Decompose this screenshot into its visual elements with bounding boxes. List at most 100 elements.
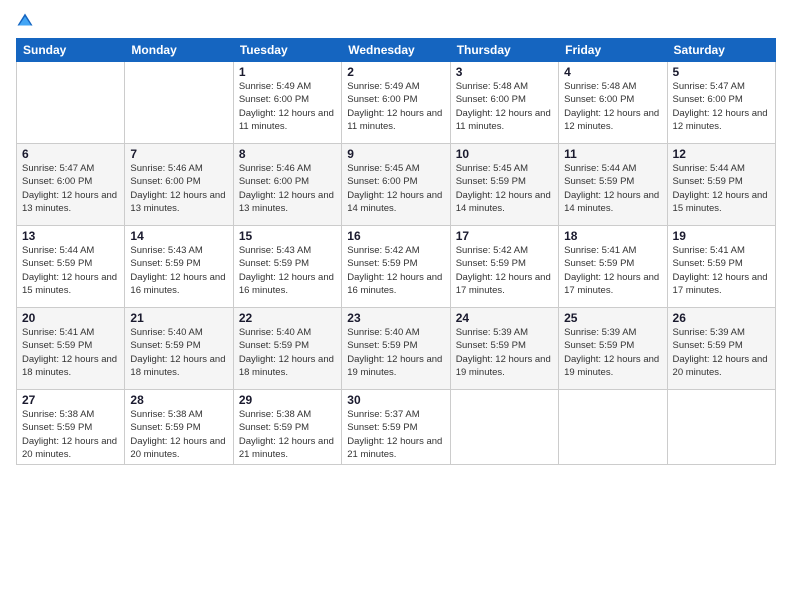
day-number: 3	[456, 65, 553, 79]
calendar-cell: 29Sunrise: 5:38 AM Sunset: 5:59 PM Dayli…	[233, 390, 341, 465]
day-number: 5	[673, 65, 770, 79]
calendar-cell	[450, 390, 558, 465]
calendar-cell: 20Sunrise: 5:41 AM Sunset: 5:59 PM Dayli…	[17, 308, 125, 390]
day-info: Sunrise: 5:41 AM Sunset: 5:59 PM Dayligh…	[564, 244, 661, 297]
day-info: Sunrise: 5:40 AM Sunset: 5:59 PM Dayligh…	[347, 326, 444, 379]
day-number: 9	[347, 147, 444, 161]
calendar-cell: 3Sunrise: 5:48 AM Sunset: 6:00 PM Daylig…	[450, 62, 558, 144]
calendar-table: Sunday Monday Tuesday Wednesday Thursday…	[16, 38, 776, 465]
calendar-cell: 14Sunrise: 5:43 AM Sunset: 5:59 PM Dayli…	[125, 226, 233, 308]
day-info: Sunrise: 5:45 AM Sunset: 5:59 PM Dayligh…	[456, 162, 553, 215]
calendar-cell: 9Sunrise: 5:45 AM Sunset: 6:00 PM Daylig…	[342, 144, 450, 226]
calendar-cell	[125, 62, 233, 144]
day-number: 27	[22, 393, 119, 407]
day-info: Sunrise: 5:40 AM Sunset: 5:59 PM Dayligh…	[130, 326, 227, 379]
day-number: 24	[456, 311, 553, 325]
header	[16, 12, 776, 30]
day-number: 1	[239, 65, 336, 79]
day-info: Sunrise: 5:38 AM Sunset: 5:59 PM Dayligh…	[130, 408, 227, 461]
day-info: Sunrise: 5:37 AM Sunset: 5:59 PM Dayligh…	[347, 408, 444, 461]
day-info: Sunrise: 5:46 AM Sunset: 6:00 PM Dayligh…	[239, 162, 336, 215]
day-info: Sunrise: 5:39 AM Sunset: 5:59 PM Dayligh…	[564, 326, 661, 379]
day-number: 14	[130, 229, 227, 243]
calendar-cell	[667, 390, 775, 465]
day-number: 25	[564, 311, 661, 325]
calendar-cell: 19Sunrise: 5:41 AM Sunset: 5:59 PM Dayli…	[667, 226, 775, 308]
calendar-cell: 5Sunrise: 5:47 AM Sunset: 6:00 PM Daylig…	[667, 62, 775, 144]
day-number: 7	[130, 147, 227, 161]
day-info: Sunrise: 5:47 AM Sunset: 6:00 PM Dayligh…	[673, 80, 770, 133]
day-number: 18	[564, 229, 661, 243]
day-number: 16	[347, 229, 444, 243]
day-number: 10	[456, 147, 553, 161]
calendar-cell	[559, 390, 667, 465]
day-number: 17	[456, 229, 553, 243]
day-number: 4	[564, 65, 661, 79]
day-info: Sunrise: 5:45 AM Sunset: 6:00 PM Dayligh…	[347, 162, 444, 215]
day-number: 20	[22, 311, 119, 325]
day-number: 13	[22, 229, 119, 243]
day-number: 11	[564, 147, 661, 161]
calendar-cell: 8Sunrise: 5:46 AM Sunset: 6:00 PM Daylig…	[233, 144, 341, 226]
day-info: Sunrise: 5:46 AM Sunset: 6:00 PM Dayligh…	[130, 162, 227, 215]
col-wednesday: Wednesday	[342, 39, 450, 62]
day-number: 23	[347, 311, 444, 325]
calendar-cell: 27Sunrise: 5:38 AM Sunset: 5:59 PM Dayli…	[17, 390, 125, 465]
day-info: Sunrise: 5:42 AM Sunset: 5:59 PM Dayligh…	[347, 244, 444, 297]
day-info: Sunrise: 5:49 AM Sunset: 6:00 PM Dayligh…	[347, 80, 444, 133]
calendar-cell: 26Sunrise: 5:39 AM Sunset: 5:59 PM Dayli…	[667, 308, 775, 390]
day-number: 29	[239, 393, 336, 407]
calendar-cell: 23Sunrise: 5:40 AM Sunset: 5:59 PM Dayli…	[342, 308, 450, 390]
day-number: 15	[239, 229, 336, 243]
day-info: Sunrise: 5:48 AM Sunset: 6:00 PM Dayligh…	[564, 80, 661, 133]
calendar-cell: 10Sunrise: 5:45 AM Sunset: 5:59 PM Dayli…	[450, 144, 558, 226]
calendar-cell: 7Sunrise: 5:46 AM Sunset: 6:00 PM Daylig…	[125, 144, 233, 226]
calendar-cell: 13Sunrise: 5:44 AM Sunset: 5:59 PM Dayli…	[17, 226, 125, 308]
day-number: 2	[347, 65, 444, 79]
day-info: Sunrise: 5:48 AM Sunset: 6:00 PM Dayligh…	[456, 80, 553, 133]
day-number: 8	[239, 147, 336, 161]
calendar-cell: 28Sunrise: 5:38 AM Sunset: 5:59 PM Dayli…	[125, 390, 233, 465]
day-info: Sunrise: 5:41 AM Sunset: 5:59 PM Dayligh…	[673, 244, 770, 297]
calendar-cell: 1Sunrise: 5:49 AM Sunset: 6:00 PM Daylig…	[233, 62, 341, 144]
day-info: Sunrise: 5:44 AM Sunset: 5:59 PM Dayligh…	[22, 244, 119, 297]
day-info: Sunrise: 5:44 AM Sunset: 5:59 PM Dayligh…	[673, 162, 770, 215]
calendar-cell: 17Sunrise: 5:42 AM Sunset: 5:59 PM Dayli…	[450, 226, 558, 308]
header-row: Sunday Monday Tuesday Wednesday Thursday…	[17, 39, 776, 62]
day-number: 12	[673, 147, 770, 161]
day-info: Sunrise: 5:38 AM Sunset: 5:59 PM Dayligh…	[22, 408, 119, 461]
calendar-cell: 15Sunrise: 5:43 AM Sunset: 5:59 PM Dayli…	[233, 226, 341, 308]
col-sunday: Sunday	[17, 39, 125, 62]
col-monday: Monday	[125, 39, 233, 62]
logo-icon	[16, 12, 34, 30]
col-friday: Friday	[559, 39, 667, 62]
calendar-cell: 25Sunrise: 5:39 AM Sunset: 5:59 PM Dayli…	[559, 308, 667, 390]
col-saturday: Saturday	[667, 39, 775, 62]
calendar-cell: 21Sunrise: 5:40 AM Sunset: 5:59 PM Dayli…	[125, 308, 233, 390]
day-info: Sunrise: 5:40 AM Sunset: 5:59 PM Dayligh…	[239, 326, 336, 379]
day-info: Sunrise: 5:43 AM Sunset: 5:59 PM Dayligh…	[239, 244, 336, 297]
calendar-cell	[17, 62, 125, 144]
day-info: Sunrise: 5:39 AM Sunset: 5:59 PM Dayligh…	[673, 326, 770, 379]
day-info: Sunrise: 5:42 AM Sunset: 5:59 PM Dayligh…	[456, 244, 553, 297]
day-info: Sunrise: 5:39 AM Sunset: 5:59 PM Dayligh…	[456, 326, 553, 379]
calendar-cell: 18Sunrise: 5:41 AM Sunset: 5:59 PM Dayli…	[559, 226, 667, 308]
calendar-cell: 12Sunrise: 5:44 AM Sunset: 5:59 PM Dayli…	[667, 144, 775, 226]
calendar-cell: 11Sunrise: 5:44 AM Sunset: 5:59 PM Dayli…	[559, 144, 667, 226]
day-number: 28	[130, 393, 227, 407]
day-info: Sunrise: 5:38 AM Sunset: 5:59 PM Dayligh…	[239, 408, 336, 461]
day-info: Sunrise: 5:44 AM Sunset: 5:59 PM Dayligh…	[564, 162, 661, 215]
day-number: 30	[347, 393, 444, 407]
calendar-cell: 4Sunrise: 5:48 AM Sunset: 6:00 PM Daylig…	[559, 62, 667, 144]
calendar-cell: 22Sunrise: 5:40 AM Sunset: 5:59 PM Dayli…	[233, 308, 341, 390]
logo	[16, 12, 36, 30]
calendar-cell: 2Sunrise: 5:49 AM Sunset: 6:00 PM Daylig…	[342, 62, 450, 144]
day-number: 21	[130, 311, 227, 325]
col-thursday: Thursday	[450, 39, 558, 62]
day-number: 22	[239, 311, 336, 325]
day-number: 19	[673, 229, 770, 243]
calendar-cell: 6Sunrise: 5:47 AM Sunset: 6:00 PM Daylig…	[17, 144, 125, 226]
day-info: Sunrise: 5:41 AM Sunset: 5:59 PM Dayligh…	[22, 326, 119, 379]
day-number: 26	[673, 311, 770, 325]
calendar-cell: 24Sunrise: 5:39 AM Sunset: 5:59 PM Dayli…	[450, 308, 558, 390]
